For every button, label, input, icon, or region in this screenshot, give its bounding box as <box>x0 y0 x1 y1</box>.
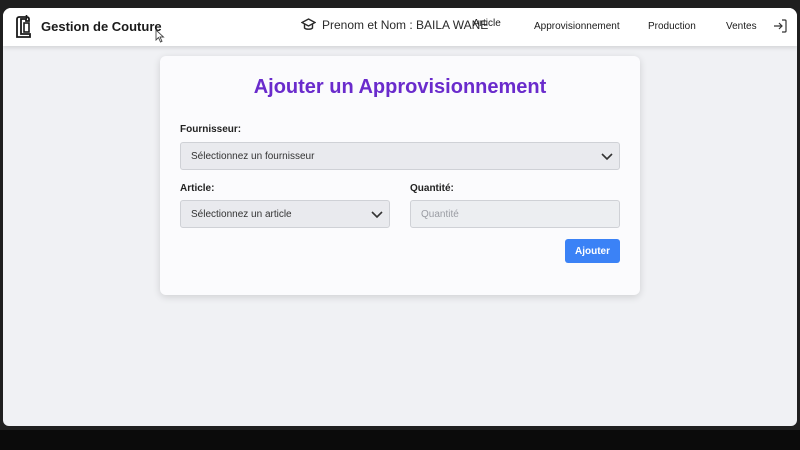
nav-approvisionnement[interactable]: Approvisionnement <box>534 21 620 32</box>
mouse-cursor-icon <box>155 29 165 43</box>
logout-icon[interactable] <box>773 19 787 33</box>
article-label: Article: <box>180 183 215 194</box>
nav-article[interactable]: Article <box>473 18 501 29</box>
sewing-machine-icon <box>16 15 31 38</box>
graduation-cap-icon <box>301 18 316 30</box>
article-select-value: Sélectionnez un article <box>191 208 292 220</box>
ajouter-button[interactable]: Ajouter <box>565 239 620 263</box>
fournisseur-select[interactable]: Sélectionnez un fournisseur <box>180 142 620 170</box>
chevron-down-icon <box>371 211 383 219</box>
taskbar <box>0 430 800 450</box>
app-window: Gestion de Couture Prenom et Nom : BAILA… <box>3 8 797 426</box>
quantite-input[interactable] <box>410 200 620 228</box>
chevron-down-icon <box>601 153 613 161</box>
fournisseur-select-value: Sélectionnez un fournisseur <box>191 150 315 162</box>
brand-title: Gestion de Couture <box>41 18 162 34</box>
nav-production[interactable]: Production <box>648 21 696 32</box>
user-name: Prenom et Nom : BAILA WANE <box>322 18 489 32</box>
approvisionnement-form-card: Ajouter un Approvisionnement Fournisseur… <box>160 56 640 295</box>
fournisseur-label: Fournisseur: <box>180 124 242 135</box>
quantite-label: Quantité: <box>410 183 454 194</box>
user-info: Prenom et Nom : BAILA WANE <box>301 18 488 32</box>
form-title: Ajouter un Approvisionnement <box>253 76 547 98</box>
brand[interactable]: Gestion de Couture <box>15 14 162 38</box>
navbar: Gestion de Couture Prenom et Nom : BAILA… <box>3 8 797 46</box>
nav-ventes[interactable]: Ventes <box>726 21 757 32</box>
article-select[interactable]: Sélectionnez un article <box>180 200 390 228</box>
